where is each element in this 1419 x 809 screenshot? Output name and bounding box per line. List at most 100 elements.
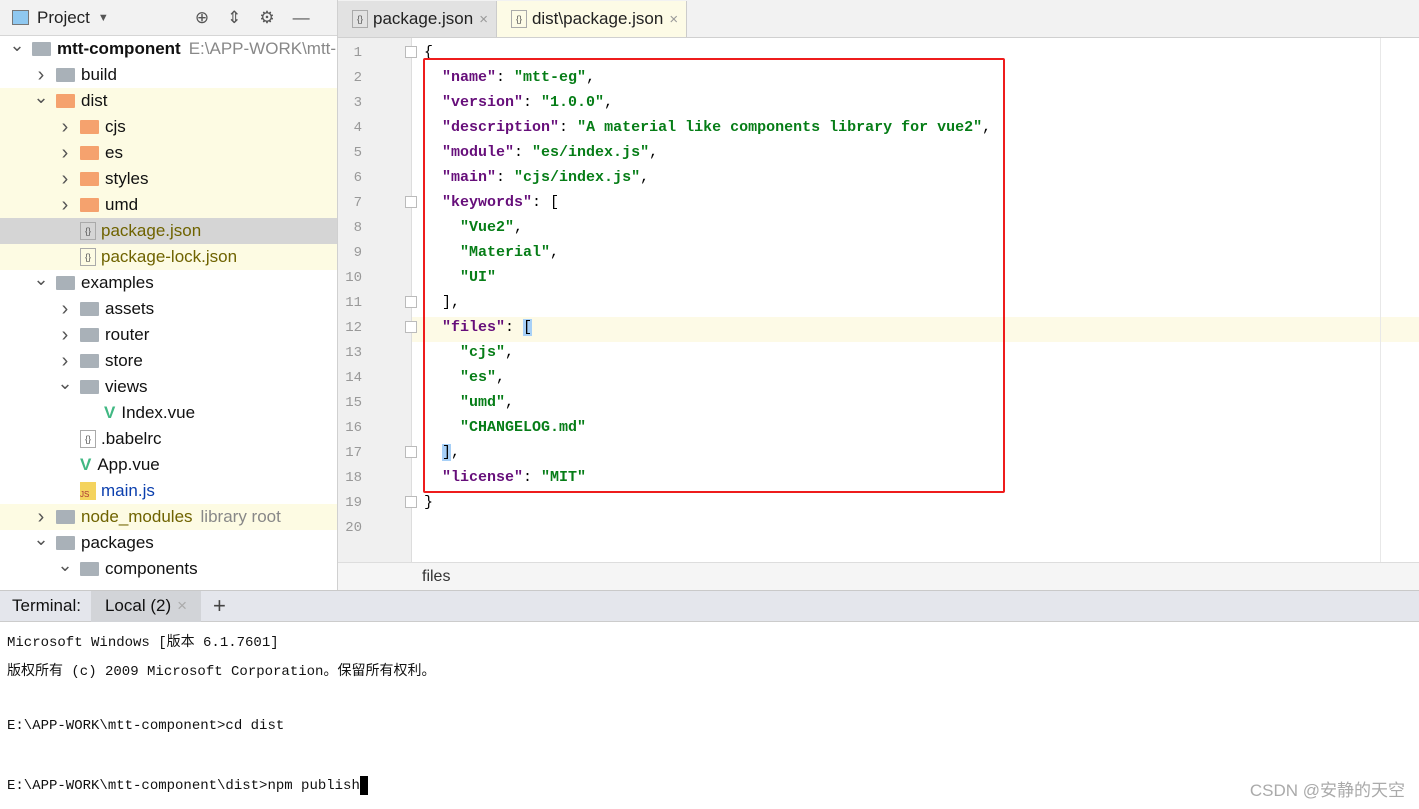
project-panel: Project ▼ ⊕ ⇕ ⚙ — ⌄ mtt-component E:\APP-W… <box>0 0 338 590</box>
terminal-tab-local[interactable]: Local (2) × <box>90 590 202 622</box>
tree-item[interactable]: › umd <box>0 192 337 218</box>
line-number: 3 <box>353 95 362 111</box>
tree-item-label: .babelrc <box>101 429 162 448</box>
project-panel-header: Project ▼ ⊕ ⇕ ⚙ — <box>0 0 337 36</box>
chevron-down-icon[interactable]: ▼ <box>98 12 109 24</box>
chevron-right-icon[interactable]: › <box>56 298 74 321</box>
tab-label: dist\package.json <box>531 9 664 28</box>
tree-item-label: views <box>105 377 148 396</box>
chevron-down-icon[interactable]: ⌄ <box>32 269 50 290</box>
line-number: 13 <box>345 345 362 361</box>
terminal-cursor <box>359 776 368 795</box>
chevron-down-icon[interactable]: ⌄ <box>56 555 74 576</box>
line-number: 14 <box>345 370 362 386</box>
close-icon[interactable]: × <box>479 11 488 28</box>
tree-item[interactable]: {} package.json <box>0 218 337 244</box>
folder-icon <box>80 354 99 368</box>
watermark: CSDN @安静的天空 <box>1249 781 1405 800</box>
fold-marker-icon[interactable] <box>405 46 417 58</box>
fold-marker-icon[interactable] <box>405 321 417 333</box>
chevron-right-icon[interactable]: › <box>32 506 50 529</box>
chevron-right-icon[interactable]: › <box>56 350 74 373</box>
chevron-right-icon[interactable]: › <box>56 324 74 347</box>
tree-item[interactable]: › es <box>0 140 337 166</box>
terminal-text: E:\APP-WORK\mtt-component\dist>npm publi… <box>7 778 360 795</box>
tree-item[interactable]: {} .babelrc <box>0 426 337 452</box>
close-icon[interactable]: × <box>669 11 678 28</box>
fold-marker-icon[interactable] <box>405 496 417 508</box>
tree-item[interactable]: › cjs <box>0 114 337 140</box>
chevron-down-icon[interactable]: ⌄ <box>32 529 50 550</box>
add-terminal-button[interactable]: + <box>213 593 226 619</box>
vue-file-icon: V <box>104 403 116 422</box>
chevron-down-icon[interactable]: ⌄ <box>32 87 50 108</box>
terminal-line: E:\APP-WORK\mtt-component>cd dist <box>7 718 284 734</box>
tree-item[interactable]: V App.vue <box>0 452 337 478</box>
tree-item[interactable]: JS main.js <box>0 478 337 504</box>
json-file-icon: {} <box>80 248 96 266</box>
folder-icon <box>32 42 51 56</box>
folder-icon <box>56 94 75 108</box>
folder-icon <box>80 198 99 212</box>
tree-item[interactable]: › styles <box>0 166 337 192</box>
tree-item[interactable]: ⌄ views <box>0 373 337 400</box>
tree-item[interactable]: › assets <box>0 296 337 322</box>
tree-item-label: router <box>105 325 150 344</box>
tree-item[interactable]: {} package-lock.json <box>0 244 337 270</box>
editor-tab[interactable]: {} package.json × <box>338 1 497 37</box>
terminal-tab-label: Local (2) <box>104 596 172 615</box>
tree-item-label: styles <box>105 169 149 188</box>
fold-marker-icon[interactable] <box>405 446 417 458</box>
chevron-down-icon[interactable]: ⌄ <box>8 35 26 56</box>
chevron-down-icon[interactable]: ⌄ <box>56 373 74 394</box>
tree-item-label: assets <box>105 299 155 318</box>
minimize-icon[interactable]: — <box>293 8 310 28</box>
tree-item-label: node_modules <box>81 507 193 526</box>
terminal-line: Microsoft Windows [版本 6.1.7601] <box>7 631 279 651</box>
tree-item-hint: E:\APP-WORK\mtt- <box>188 39 337 58</box>
target-icon[interactable]: ⊕ <box>195 8 209 28</box>
terminal-output[interactable]: Microsoft Windows [版本 6.1.7601] 版权所有 (c) … <box>0 623 1419 809</box>
tree-item[interactable]: ⌄ packages <box>0 529 337 556</box>
line-number: 20 <box>345 520 362 536</box>
tree-item-hint: library root <box>200 507 281 526</box>
tree-item[interactable]: ⌄ components <box>0 555 337 582</box>
tree-item[interactable]: ⌄ dist <box>0 87 337 114</box>
tree-item[interactable]: V Index.vue <box>0 400 337 426</box>
tab-label: package.json <box>373 9 474 28</box>
terminal-text: 版权所有 (c) 2009 Microsoft Corporation。保留所有… <box>7 664 436 680</box>
line-number: 1 <box>353 45 362 61</box>
line-number: 19 <box>345 495 362 511</box>
tree-item-label: dist <box>81 91 108 110</box>
line-number: 8 <box>353 220 362 236</box>
tree-item[interactable]: › store <box>0 348 337 374</box>
line-number: 7 <box>353 195 362 211</box>
fold-marker-icon[interactable] <box>405 196 417 208</box>
code-token: } <box>424 494 434 511</box>
collapse-icon[interactable]: ⇕ <box>227 8 241 28</box>
project-title[interactable]: Project <box>37 8 90 28</box>
chevron-right-icon[interactable]: › <box>56 194 74 217</box>
gear-icon[interactable]: ⚙ <box>259 8 274 28</box>
tree-item[interactable]: › router <box>0 322 337 348</box>
tree-item[interactable]: › node_modules library root <box>0 504 337 530</box>
json-file-icon: {} <box>80 430 96 448</box>
folder-icon <box>80 172 99 186</box>
fold-marker-icon[interactable] <box>405 296 417 308</box>
chevron-right-icon[interactable]: › <box>56 142 74 165</box>
folder-icon <box>80 302 99 316</box>
chevron-right-icon[interactable]: › <box>32 64 50 87</box>
breadcrumb[interactable]: files <box>338 562 1419 590</box>
tree-item[interactable]: ⌄ examples <box>0 269 337 296</box>
editor-tab[interactable]: {} dist\package.json × <box>496 1 688 37</box>
tree-item[interactable]: ⌄ mtt-component E:\APP-WORK\mtt- <box>0 35 337 62</box>
chevron-right-icon[interactable]: › <box>56 168 74 191</box>
chevron-right-icon[interactable]: › <box>56 116 74 139</box>
close-icon[interactable]: × <box>177 596 187 616</box>
line-number: 11 <box>345 295 362 311</box>
tree-item[interactable]: › build <box>0 62 337 88</box>
tree-item-label: package.json <box>101 221 202 240</box>
tree-item-label: examples <box>81 273 154 292</box>
folder-icon <box>80 380 99 394</box>
code-line: } <box>424 494 433 511</box>
